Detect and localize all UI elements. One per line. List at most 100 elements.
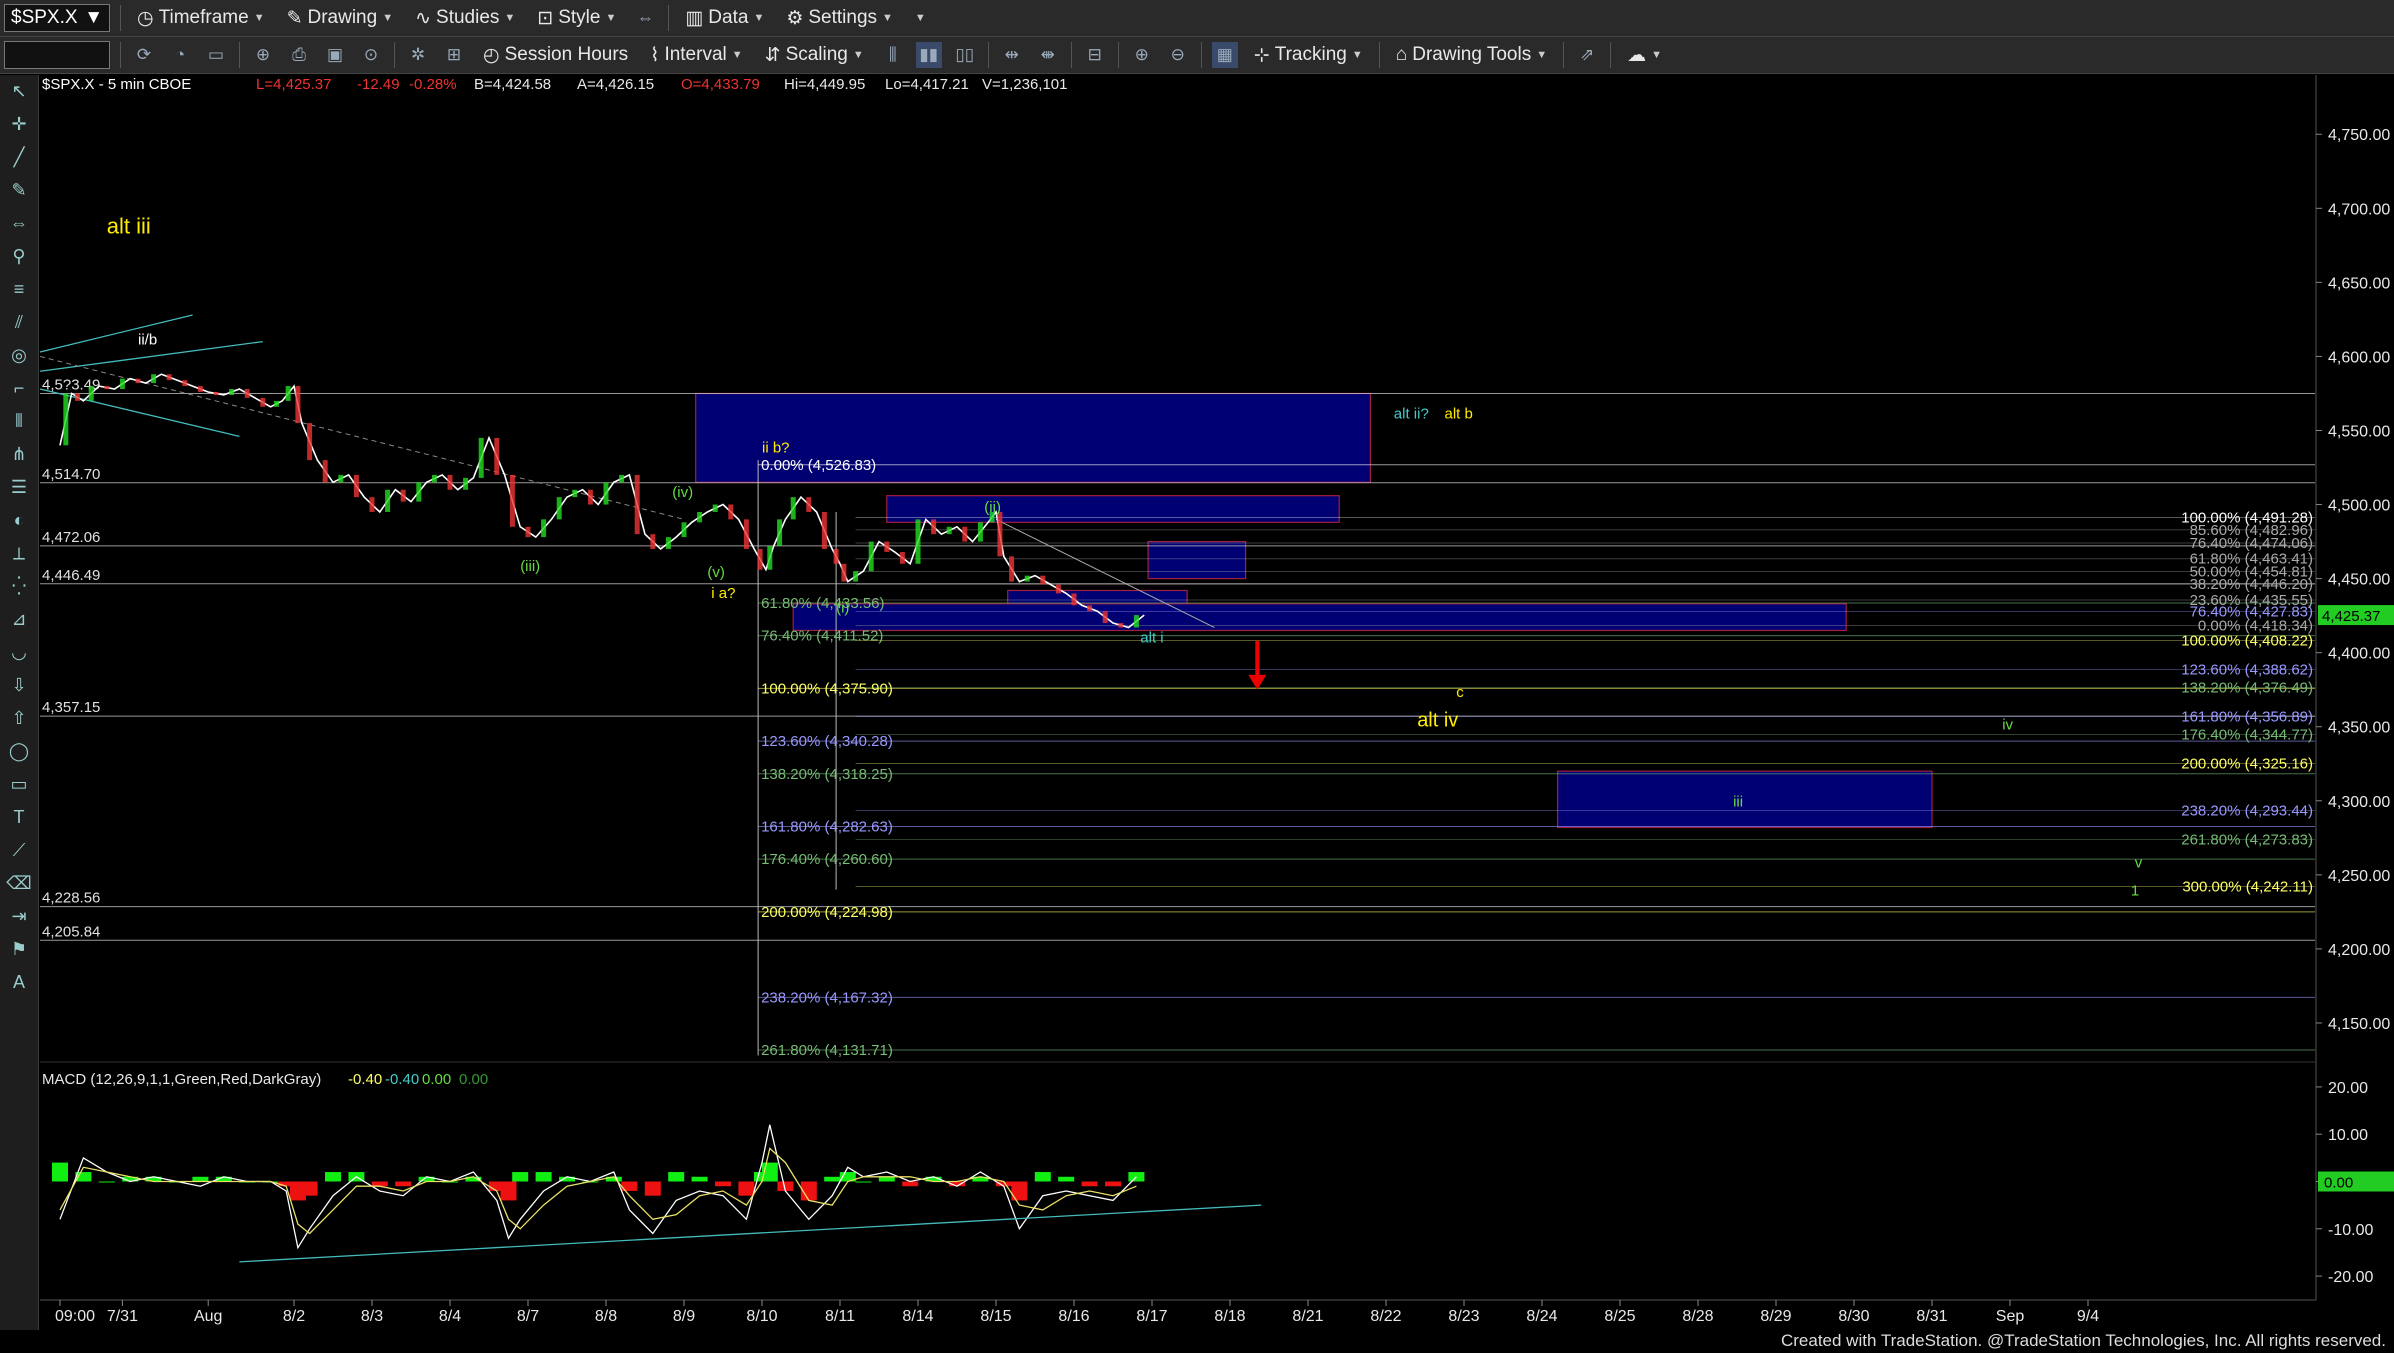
macd-hist-bar-16 [395,1181,412,1187]
time-tick-label-7: 8/8 [595,1308,617,1325]
fib-b-label-17: 300.00% (4,242.11) [2182,879,2313,896]
price-bar-34 [556,497,562,520]
time-tick-label-10: 8/11 [825,1308,855,1325]
price-bar-59 [915,519,921,564]
header-last: L=4,425.37 [256,76,332,93]
price-tick-label-6: 4,450.00 [2328,572,2390,589]
macd-hist-bar-2 [98,1181,115,1183]
time-tick-label-13: 8/16 [1058,1308,1089,1325]
wave-label-5: i a? [711,585,735,602]
time-tick-label-25: Sep [1996,1308,2025,1325]
fib-a-label-0: 0.00% (4,526.83) [761,457,876,474]
fib-a-label-5: 138.20% (4,318.25) [761,766,893,783]
price-bar-43 [697,511,703,523]
fib-b-label-2: 76.40% (4,474.06) [2190,535,2313,552]
price-bar-15 [273,400,279,407]
time-tick-label-22: 8/29 [1760,1308,1791,1325]
level-label-5: 4,228.56 [42,890,100,907]
price-bar-3 [88,386,94,401]
last-price-label: 4,425.37 [2322,608,2380,625]
price-bar-54 [841,563,847,582]
header-symbol: $SPX.X - 5 min CBOE [42,76,191,93]
price-bar-17 [295,386,301,424]
price-bar-24 [400,489,406,502]
time-tick-label-23: 8/30 [1838,1308,1869,1325]
wave-label-8: (ii) [984,499,1001,516]
price-bar-70 [1071,593,1077,606]
time-tick-label-5: 8/4 [439,1308,461,1325]
price-bar-42 [681,522,687,538]
time-tick-label-0: 09:00 [55,1308,95,1325]
price-bar-11 [213,391,219,395]
price-bar-38 [619,474,625,483]
macd-hist-bar-12 [301,1181,318,1196]
price-bar-50 [790,497,796,520]
price-bar-69 [1055,584,1061,594]
macd-current-label: 0.00 [2324,1175,2353,1192]
macd-hist-bar-39 [855,1181,872,1183]
macd-hist-bar-48 [1058,1176,1075,1182]
time-tick-label-6: 8/7 [517,1308,539,1325]
macd-hist-bar-40 [878,1176,895,1182]
time-tick-label-21: 8/28 [1682,1308,1713,1325]
price-bar-19 [322,460,328,483]
price-bar-41 [665,537,671,549]
wave-label-6: ii b? [762,440,790,457]
price-bar-39 [634,474,640,535]
price-bar-47 [757,548,763,570]
price-bar-66 [1009,556,1015,582]
price-tick-label-4: 4,550.00 [2328,423,2390,440]
price-tick-label-8: 4,350.00 [2328,720,2390,737]
price-bar-60 [931,519,937,535]
price-bar-5 [119,378,125,390]
price-chart[interactable]: 4,5?3.494,514.704,472.064,446.494,357.15… [0,0,2394,1353]
price-bar-62 [962,526,968,542]
price-bar-73 [1118,623,1124,628]
macd-value-3: 0.00 [459,1071,488,1088]
price-bar-18 [307,423,313,461]
price-bar-29 [478,437,484,478]
price-bar-23 [385,489,391,512]
wave-label-7: (i) [836,600,849,617]
price-bar-51 [806,497,812,512]
macd-hist-bar-50 [1105,1181,1121,1187]
price-bar-2 [75,393,81,401]
level-label-6: 4,205.84 [42,923,100,940]
macd-value-2: 0.00 [422,1071,451,1088]
wave-label-3: (iv) [672,484,693,501]
price-bar-21 [353,474,359,498]
header-change_pct: -0.28% [409,76,457,93]
price-bar-46 [743,519,749,549]
fib-a-label-1: 61.80% (4,433.56) [761,595,884,612]
price-bar-53 [833,548,839,564]
header-high: Hi=4,449.95 [784,76,865,93]
macd-hist-bar-0 [52,1162,68,1182]
fib-b-label-10: 123.60% (4,388.62) [2181,662,2313,679]
price-bar-16 [285,386,291,401]
level-label-4: 4,357.15 [42,699,100,716]
time-tick-label-15: 8/18 [1214,1308,1245,1325]
level-label-1: 4,514.70 [42,466,100,483]
time-tick-label-24: 8/31 [1916,1308,1947,1325]
price-bar-33 [541,519,547,538]
price-bar-44 [712,504,718,512]
price-bar-45 [728,504,734,520]
macd-title: MACD (12,26,9,1,1,Green,Red,DarkGray) [42,1071,321,1088]
price-tick-label-1: 4,700.00 [2328,201,2390,218]
macd-value-0: -0.40 [348,1071,382,1088]
target-zone-2 [1147,540,1247,580]
fib-b-label-9: 100.00% (4,408.22) [2181,632,2313,649]
macd-hist-bar-15 [371,1181,388,1187]
header-layer: $SPX.X - 5 min CBOE L=4,425.37 -12.49 -0.28… [42,76,1068,93]
credit-text: Created with TradeStation. @TradeStation… [1780,1331,2386,1350]
price-bar-22 [369,497,375,512]
fib-a-label-2: 76.40% (4,411.52) [761,628,883,645]
macd-hist-bar-49 [1081,1181,1098,1187]
wave-label-2: (iii) [520,558,540,575]
wave-label-1: ii/b [138,332,157,349]
price-bar-20 [338,474,344,483]
price-bar-1 [63,393,69,446]
macd-hist-bar-13 [325,1172,341,1182]
price-bar-49 [777,519,783,547]
macd-hist-bar-32 [738,1181,755,1196]
